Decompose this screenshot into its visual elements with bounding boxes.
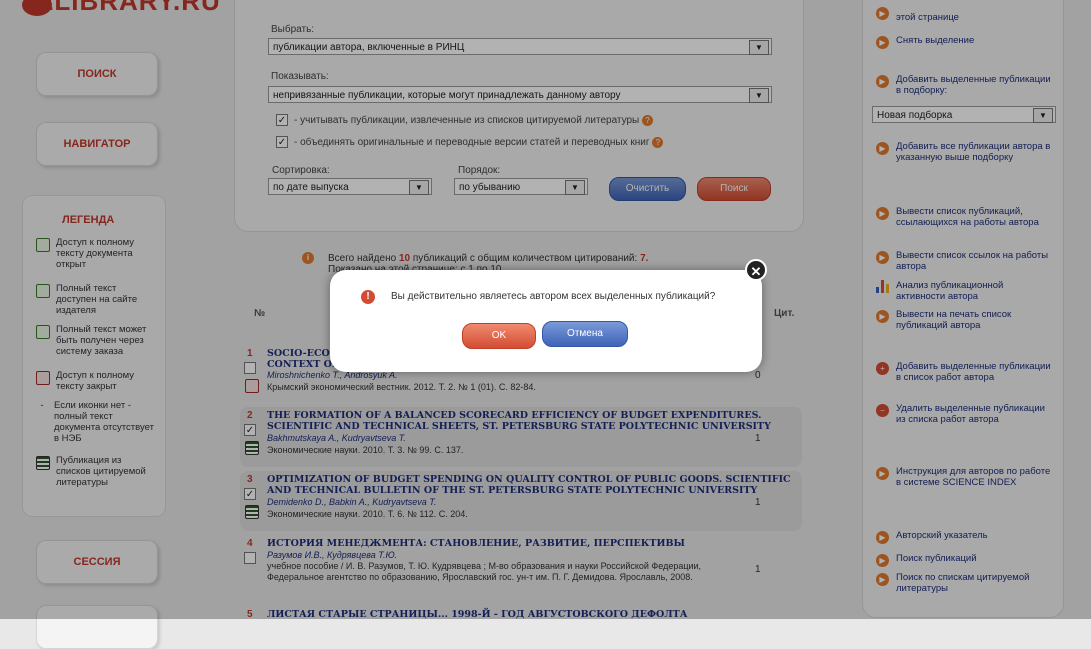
ok-button[interactable]: OK xyxy=(462,323,536,349)
dialog-message: Вы действительно являетесь автором всех … xyxy=(391,291,716,302)
cancel-button[interactable]: Отмена xyxy=(542,321,628,347)
confirm-dialog: ! Вы действительно являетесь автором все… xyxy=(330,270,762,372)
close-icon[interactable]: ✕ xyxy=(745,259,767,281)
warning-icon: ! xyxy=(361,290,375,304)
